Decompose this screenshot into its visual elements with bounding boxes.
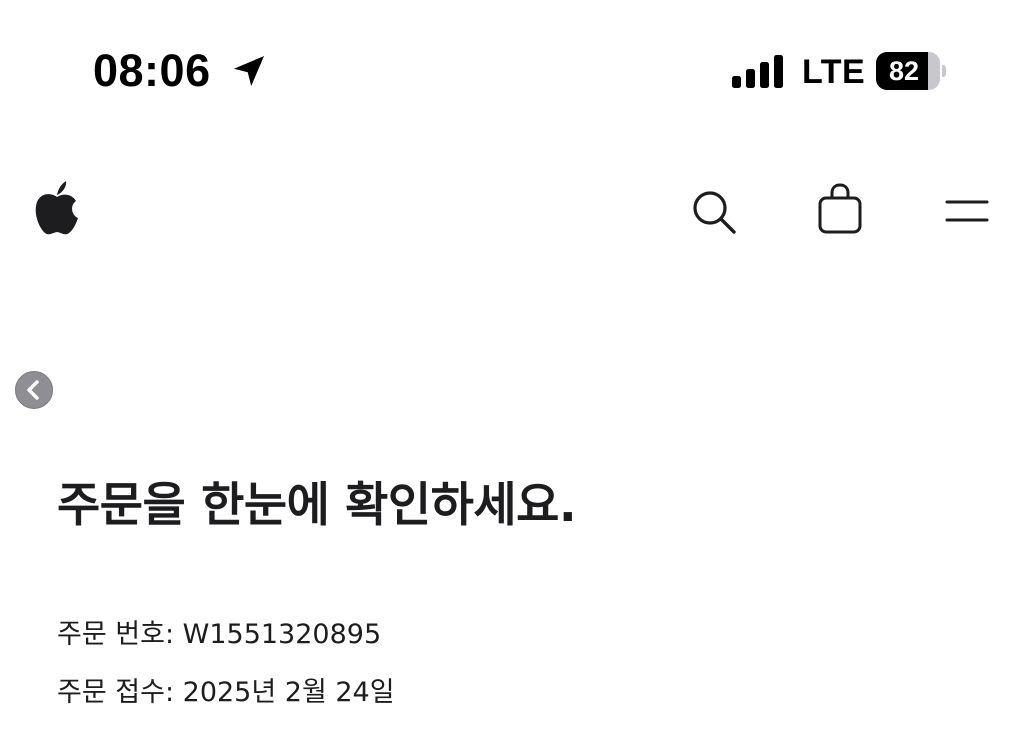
chevron-left-icon — [27, 380, 39, 400]
order-number-value: W1551320895 — [182, 619, 382, 650]
battery-tip — [942, 65, 946, 77]
menu-icon[interactable] — [944, 196, 990, 226]
location-arrow-icon — [233, 55, 265, 87]
battery-body: 82 — [876, 52, 940, 90]
order-date-label: 주문 접수: — [57, 677, 175, 708]
search-icon[interactable] — [690, 188, 738, 236]
battery-icon: 82 — [876, 52, 946, 90]
order-number-label: 주문 번호: — [57, 619, 175, 650]
shopping-bag-icon[interactable] — [817, 183, 863, 235]
status-time: 08:06 — [93, 45, 211, 96]
network-type: LTE — [802, 53, 866, 91]
order-date-value: 2025년 2월 24일 — [182, 677, 395, 708]
global-nav — [0, 150, 1025, 270]
cellular-signal-icon — [732, 55, 783, 88]
battery-level: 82 — [888, 56, 920, 86]
order-date-line: 주문 접수: 2025년 2월 24일 — [57, 673, 395, 713]
back-button[interactable] — [15, 371, 53, 409]
page-title: 주문을 한눈에 확인하세요. — [57, 478, 577, 533]
status-bar: 08:06 LTE 82 — [0, 0, 1025, 130]
order-number-line: 주문 번호: W1551320895 — [57, 615, 381, 655]
apple-logo-icon[interactable] — [35, 181, 79, 235]
